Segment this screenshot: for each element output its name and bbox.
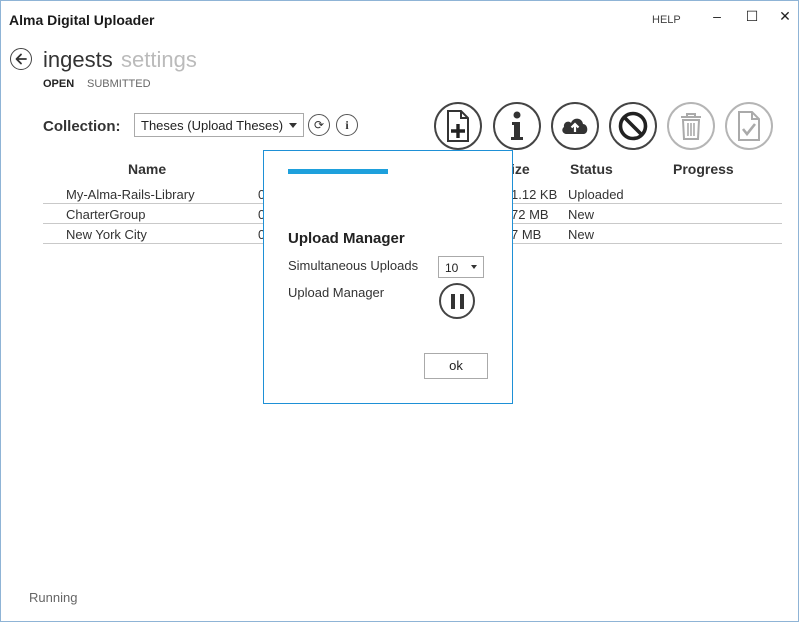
dialog-title: Upload Manager [288,230,405,247]
status-text: Running [29,590,78,605]
maximize-icon[interactable]: ☐ [742,8,762,24]
trash-icon[interactable] [667,102,715,150]
row-status: New [568,207,595,222]
title-bar: Alma Digital Uploader HELP – ☐ ✕ [0,0,799,36]
row-status: Uploaded [568,187,624,202]
ok-button[interactable]: ok [424,353,488,379]
close-icon[interactable]: ✕ [775,8,795,24]
minimize-icon[interactable]: – [707,8,727,24]
row-size: 7 MB [511,227,542,242]
back-arrow-icon[interactable] [10,48,32,70]
info-icon[interactable]: i [336,114,358,136]
column-header-size[interactable]: ize [511,161,530,177]
row-size: 72 MB [511,207,549,222]
add-file-icon[interactable] [434,102,482,150]
subtab-open[interactable]: OPEN [43,78,74,90]
help-link[interactable]: HELP [652,14,681,26]
pause-icon[interactable] [439,283,475,319]
app-title: Alma Digital Uploader [9,12,155,28]
info-large-icon[interactable] [493,102,541,150]
chevron-down-icon [471,265,477,269]
collection-selected-value: Theses (Upload Theses) [141,118,284,133]
upload-manager-dialog: Upload Manager Simultaneous Uploads 10 U… [263,150,513,404]
column-header-progress[interactable]: Progress [673,161,734,177]
cloud-upload-icon[interactable] [551,102,599,150]
subtab-submitted[interactable]: SUBMITTED [87,78,151,90]
nav-settings[interactable]: settings [121,47,197,73]
submit-file-icon[interactable] [725,102,773,150]
column-header-status[interactable]: Status [570,161,613,177]
row-size: 1.12 KB [511,187,558,202]
cancel-icon[interactable] [609,102,657,150]
row-name: My-Alma-Rails-Library [66,187,195,202]
row-name: CharterGroup [66,207,146,222]
row-status: New [568,227,595,242]
row-name: New York City [66,227,147,242]
refresh-icon[interactable]: ⟳ [308,114,330,136]
upload-manager-label: Upload Manager [288,285,385,300]
chevron-down-icon [289,123,297,128]
nav-ingests[interactable]: ingests [43,47,113,73]
column-header-name[interactable]: Name [128,161,166,177]
collection-label: Collection: [43,118,121,135]
collection-select[interactable]: Theses (Upload Theses) [134,113,304,137]
dialog-accent-bar [288,169,388,174]
simultaneous-uploads-select[interactable]: 10 [438,256,484,278]
simultaneous-uploads-label: Simultaneous Uploads [288,258,419,273]
simultaneous-uploads-value: 10 [445,261,459,275]
